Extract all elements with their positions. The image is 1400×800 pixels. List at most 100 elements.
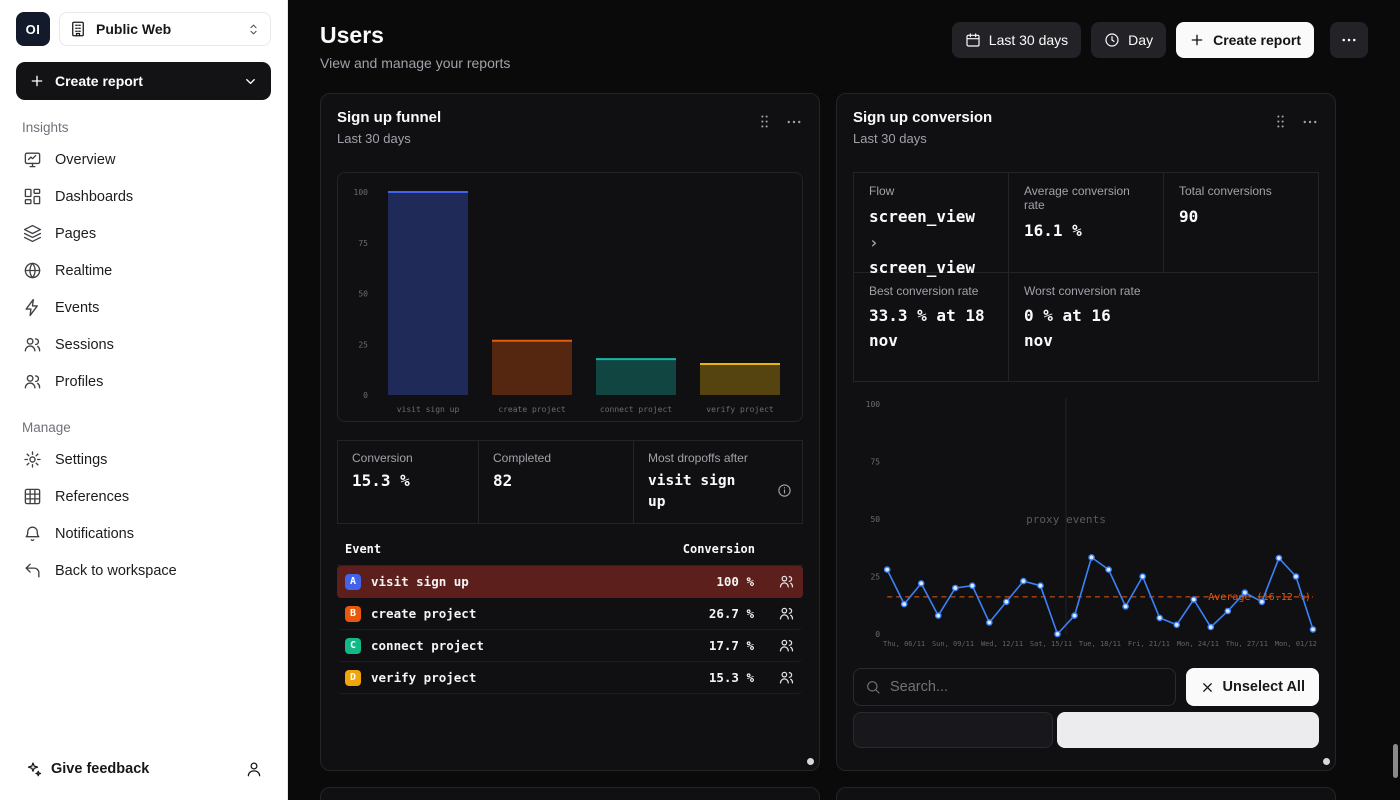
sidebar-item-label: Events [55, 300, 99, 316]
sidebar-item-back-to-workspace[interactable]: Back to workspace [16, 552, 271, 589]
drag-handle-icon[interactable] [1272, 113, 1289, 130]
column-header-conversion: Conversion [683, 542, 755, 556]
x-tick-label: Sat, 15/11 [1030, 640, 1072, 648]
give-feedback-button[interactable]: Give feedback [16, 752, 157, 786]
card-menu-icon[interactable] [785, 113, 803, 131]
svg-text:create project: create project [498, 405, 566, 414]
sidebar: OI Public Web Create report Insights Ove… [0, 0, 288, 800]
give-feedback-label: Give feedback [51, 761, 149, 777]
users-icon[interactable] [778, 573, 795, 590]
sidebar-item-label: Profiles [55, 374, 103, 390]
section-label-manage: Manage [22, 420, 265, 435]
event-name: verify project [371, 670, 476, 685]
sidebar-item-label: Realtime [55, 263, 112, 279]
sidebar-item-pages[interactable]: Pages [16, 215, 271, 252]
sidebar-item-sessions[interactable]: Sessions [16, 326, 271, 363]
sidebar-item-label: Overview [55, 152, 115, 168]
svg-text:verify project: verify project [706, 405, 774, 414]
funnel-row-connect-project[interactable]: C connect project 17.7 % [337, 630, 803, 662]
event-name: create project [371, 606, 476, 621]
drag-handle-icon[interactable] [756, 113, 773, 130]
sidebar-item-events[interactable]: Events [16, 289, 271, 326]
series-pill[interactable] [853, 712, 1053, 748]
report-subtitle: Last 30 days [853, 131, 992, 146]
svg-text:proxy events: proxy events [1026, 513, 1106, 526]
reports-grid: Sign up funnel Last 30 days 0255075100vi… [320, 93, 1336, 800]
create-report-label: Create report [1213, 32, 1301, 48]
workspace-selector[interactable]: Public Web [59, 12, 271, 46]
step-badge: D [345, 670, 361, 686]
gear-icon [22, 450, 42, 469]
x-tick-label: Mon, 24/11 [1177, 640, 1219, 648]
info-icon[interactable] [777, 483, 792, 498]
sidebar-item-label: References [55, 489, 129, 505]
svg-text:75: 75 [870, 458, 880, 467]
search-box[interactable] [853, 668, 1176, 706]
sidebar-create-report-button[interactable]: Create report [16, 62, 271, 100]
resize-handle[interactable] [1323, 758, 1330, 765]
stat-value: 90 [1179, 204, 1303, 230]
conversion-value: 17.7 % [709, 638, 754, 653]
stat-worst-conversion-rate: Worst conversion rate 0 % at 16 nov [1009, 273, 1318, 381]
sidebar-item-overview[interactable]: Overview [16, 141, 271, 178]
sidebar-item-notifications[interactable]: Notifications [16, 515, 271, 552]
stat-value: 0 % at 16 nov [1024, 304, 1144, 354]
svg-text:25: 25 [870, 573, 880, 582]
create-report-button[interactable]: Create report [1176, 22, 1314, 58]
sidebar-item-dashboards[interactable]: Dashboards [16, 178, 271, 215]
header-actions: Last 30 days Day Create report [952, 22, 1368, 58]
stat-value: 33.3 % at 18 nov [869, 304, 989, 354]
scrollbar[interactable] [1393, 744, 1398, 778]
report-card-partial [320, 787, 820, 800]
report-card-partial [836, 787, 1336, 800]
series-list-clipped [853, 712, 1319, 748]
x-tick-label: Fri, 21/11 [1128, 640, 1170, 648]
unselect-all-button[interactable]: Unselect All [1186, 668, 1319, 706]
stat-value: screen_view › screen_view [869, 204, 993, 281]
interval-button[interactable]: Day [1091, 22, 1166, 58]
sidebar-item-profiles[interactable]: Profiles [16, 363, 271, 400]
funnel-bar-chart: 0255075100visit sign upcreate projectcon… [337, 172, 803, 422]
more-options-button[interactable] [1330, 22, 1368, 58]
funnel-row-visit-sign-up[interactable]: A visit sign up 100 % [337, 566, 803, 598]
report-card-signup-conversion: Sign up conversion Last 30 days Flow [836, 93, 1336, 771]
chevron-right-icon: › [869, 233, 879, 252]
stat-value: visit sign up [648, 471, 748, 513]
date-range-button[interactable]: Last 30 days [952, 22, 1081, 58]
resize-handle[interactable] [807, 758, 814, 765]
profile-button[interactable] [237, 752, 271, 786]
conversion-value: 26.7 % [709, 606, 754, 621]
section-label-insights: Insights [22, 120, 265, 135]
x-axis-labels: Thu, 06/11Sun, 09/11Wed, 12/11Sat, 15/11… [883, 640, 1317, 648]
svg-text:0: 0 [363, 391, 368, 400]
page-header: Users View and manage your reports Last … [320, 22, 1400, 71]
stat-most-dropoffs: Most dropoffs after visit sign up [633, 441, 802, 523]
svg-text:25: 25 [358, 340, 368, 349]
x-tick-label: Thu, 27/11 [1226, 640, 1268, 648]
step-badge: A [345, 574, 361, 590]
funnel-row-create-project[interactable]: B create project 26.7 % [337, 598, 803, 630]
stat-value: 82 [493, 471, 619, 490]
users-icon[interactable] [778, 605, 795, 622]
sidebar-item-settings[interactable]: Settings [16, 441, 271, 478]
sidebar-item-references[interactable]: References [16, 478, 271, 515]
page-subtitle: View and manage your reports [320, 55, 510, 71]
svg-text:50: 50 [358, 290, 368, 299]
report-card-signup-funnel: Sign up funnel Last 30 days 0255075100vi… [320, 93, 820, 771]
x-tick-label: Mon, 01/12 [1275, 640, 1317, 648]
series-pill[interactable] [1057, 712, 1319, 748]
search-input[interactable] [890, 679, 1164, 695]
sidebar-item-realtime[interactable]: Realtime [16, 252, 271, 289]
card-menu-icon[interactable] [1301, 113, 1319, 131]
funnel-row-verify-project[interactable]: D verify project 15.3 % [337, 662, 803, 694]
report-title: Sign up funnel [337, 109, 441, 126]
calendar-icon [965, 32, 981, 48]
svg-text:visit sign up: visit sign up [397, 405, 460, 414]
x-tick-label: Thu, 06/11 [883, 640, 925, 648]
unselect-all-label: Unselect All [1223, 679, 1305, 695]
series-toolbar: Unselect All [853, 668, 1319, 706]
app-logo: OI [16, 12, 50, 46]
users-icon[interactable] [778, 669, 795, 686]
step-badge: B [345, 606, 361, 622]
users-icon[interactable] [778, 637, 795, 654]
